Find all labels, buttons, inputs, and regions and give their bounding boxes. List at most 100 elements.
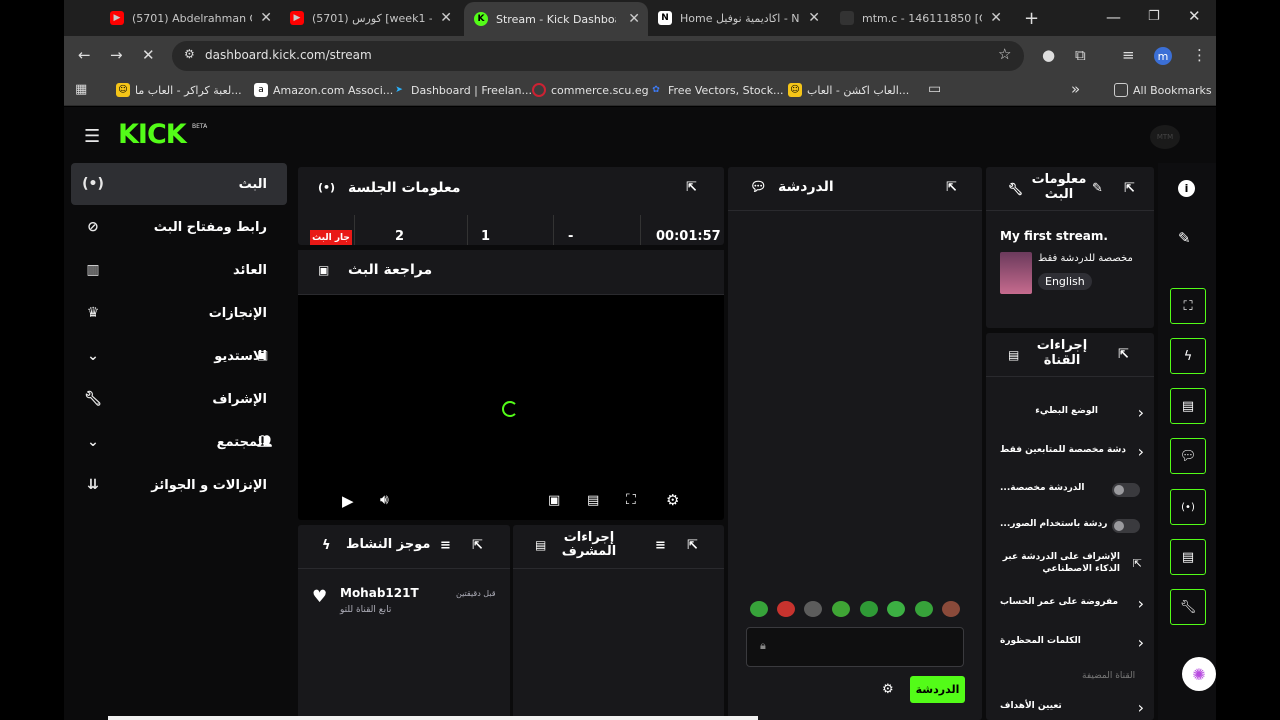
close-icon[interactable]: ✕: [808, 10, 820, 26]
bookmark-item[interactable]: ✿ Free Vectors, Stock...: [649, 83, 783, 97]
category-thumbnail[interactable]: [1000, 252, 1032, 294]
subs-stat: -: [568, 229, 574, 244]
close-icon[interactable]: ✕: [990, 10, 1002, 26]
session-button[interactable]: (•): [1170, 489, 1206, 525]
popout-icon[interactable]: ⇱: [1124, 181, 1135, 196]
emote-icon[interactable]: [915, 601, 933, 617]
sidebar-item-stream-key[interactable]: ⊘ رابط ومفتاح البث: [71, 206, 287, 248]
subscribers-only-item: ...الدردشة مخصصة: [1000, 483, 1144, 501]
bookmark-item[interactable]: ☺ لعبة كراكر - العاب ما...: [116, 83, 242, 97]
hamburger-menu-icon[interactable]: ☰: [84, 126, 100, 147]
sidebar-item-stream[interactable]: (•) البث: [71, 163, 287, 205]
emote-icon[interactable]: [804, 601, 822, 617]
account-age-item[interactable]: مفروضة على عمر الحساب ›: [1000, 594, 1144, 615]
settings-button[interactable]: ⚙: [666, 491, 679, 509]
popout-icon[interactable]: ⇱: [472, 538, 483, 553]
volume-button[interactable]: 🔊︎: [380, 492, 389, 508]
emote-icon[interactable]: [942, 601, 960, 617]
sidebar-item-community[interactable]: ⌄ المجتمع 👥︎: [71, 421, 287, 463]
assistant-bubble-icon[interactable]: ✺: [1182, 657, 1216, 691]
emote-icon[interactable]: [777, 601, 795, 617]
more-bookmarks-icon[interactable]: »: [1071, 82, 1080, 97]
emote-icon[interactable]: [750, 601, 768, 617]
popout-icon[interactable]: ⇱: [1118, 347, 1129, 362]
mod-actions-button[interactable]: ▤: [1170, 388, 1206, 424]
viewers-stat: 2: [395, 229, 405, 244]
browser-tab[interactable]: ▶ (5701) كورس [week1 - 0] ✕: [280, 4, 460, 32]
close-icon[interactable]: ✕: [260, 10, 272, 26]
fullscreen-button[interactable]: ⛶: [626, 492, 636, 508]
media-control-icon[interactable]: ≡: [1122, 48, 1135, 63]
activity-feed-title: موجز النشاط: [346, 537, 431, 552]
filter-icon[interactable]: ≡: [440, 538, 451, 553]
uptime-stat: 00:01:57: [656, 229, 721, 244]
back-icon[interactable]: ←: [78, 48, 91, 63]
forward-icon[interactable]: →: [110, 48, 123, 63]
browser-tab[interactable]: mtm.c - 146111850 [Cod ✕: [830, 4, 1010, 32]
chat-send-button[interactable]: الدردشة: [910, 676, 965, 703]
filter-icon[interactable]: ≡: [655, 538, 666, 553]
set-goals-item[interactable]: تعيين الأهداف ›: [1000, 698, 1144, 719]
info-icon[interactable]: i: [1178, 180, 1195, 197]
close-window-button[interactable]: ✕: [1188, 9, 1201, 24]
chat-settings-icon[interactable]: ⚙: [882, 682, 894, 697]
subscribers-only-toggle[interactable]: [1112, 483, 1140, 497]
activity-button[interactable]: ϟ: [1170, 338, 1206, 374]
close-icon[interactable]: ✕: [440, 10, 452, 26]
chat-input[interactable]: 🔒︎: [746, 627, 964, 667]
activity-username[interactable]: Mohab121T: [340, 586, 419, 600]
new-tab-button[interactable]: +: [1024, 10, 1039, 28]
popout-icon[interactable]: ⇱: [686, 180, 697, 195]
address-bar[interactable]: ⚙ dashboard.kick.com/stream ☆: [172, 41, 1024, 71]
stop-loading-icon[interactable]: ✕: [142, 48, 155, 63]
screenshot-button[interactable]: ⛶: [1170, 288, 1206, 324]
emote-only-toggle[interactable]: [1112, 519, 1140, 533]
bookmark-item[interactable]: ➤ Dashboard | Freelan...: [392, 83, 532, 97]
browser-tab[interactable]: ▶ (5701) Abdelrahman Gan ✕: [100, 4, 280, 32]
avatar[interactable]: MTM: [1150, 125, 1180, 149]
emote-icon[interactable]: [887, 601, 905, 617]
channel-actions-button[interactable]: ▤: [1170, 539, 1206, 575]
banned-words-item[interactable]: الكلمات المحظورة ›: [1000, 633, 1144, 654]
play-button[interactable]: ▶: [342, 492, 354, 510]
theater-mode-button[interactable]: ▤: [587, 493, 599, 508]
emote-icon[interactable]: [832, 601, 850, 617]
stream-category[interactable]: مخصصة للدردشة فقط: [1038, 253, 1133, 264]
bookmark-star-icon[interactable]: ☆: [998, 47, 1011, 62]
sidebar-item-drops[interactable]: ⇊ الإنزالات و الجوائز: [71, 464, 287, 506]
more-menu-icon[interactable]: ⋮: [1192, 48, 1207, 63]
restore-button[interactable]: ❐: [1148, 10, 1160, 23]
extensions-puzzle-icon[interactable]: ⧉: [1075, 48, 1086, 63]
sidebar-item-studio[interactable]: ⌄ الاستديو ▣: [71, 335, 287, 377]
edit-icon[interactable]: ✎: [1178, 229, 1191, 247]
chat-button[interactable]: 💬︎: [1170, 438, 1206, 474]
kick-logo[interactable]: KICK: [118, 119, 187, 150]
browser-tab[interactable]: N Home اكاديمية نوفيل - No ✕: [648, 4, 828, 32]
close-icon[interactable]: ✕: [628, 11, 640, 27]
bookmark-item[interactable]: commerce.scu.eg: [532, 83, 649, 97]
sidebar-item-moderation[interactable]: 🔧︎ الإشراف: [71, 378, 287, 420]
edit-icon[interactable]: ✎: [1092, 181, 1103, 196]
folder-icon[interactable]: ▭: [928, 82, 941, 96]
pip-button[interactable]: ▣: [548, 493, 560, 508]
extension-icon[interactable]: ●: [1042, 48, 1055, 63]
url-text[interactable]: dashboard.kick.com/stream: [205, 48, 372, 62]
profile-avatar[interactable]: m: [1154, 47, 1172, 65]
stream-info-button[interactable]: 🔧︎: [1170, 589, 1206, 625]
sidebar-item-revenue[interactable]: ▥ العائد: [71, 249, 287, 291]
sidebar-item-achievements[interactable]: ♛ الإنجازات: [71, 292, 287, 334]
popout-icon[interactable]: ⇱: [946, 180, 957, 195]
all-bookmarks-folder[interactable]: All Bookmarks: [1114, 83, 1212, 97]
popout-icon[interactable]: ⇱: [687, 538, 698, 553]
bookmarks-bar: ▦ ☺ لعبة كراكر - العاب ما... a Amazon.com …: [64, 76, 1216, 106]
emote-icon[interactable]: [860, 601, 878, 617]
minimize-button[interactable]: —: [1106, 10, 1121, 25]
ai-moderation-item[interactable]: الإشراف على الدردشة عبر الذكاء الاصطناعي…: [1000, 551, 1144, 579]
slow-mode-item[interactable]: الوضع البطيء ›: [1000, 403, 1144, 424]
apps-grid-icon[interactable]: ▦: [75, 83, 87, 96]
followers-only-item[interactable]: دشة مخصصة للمتابعين فقط ›: [1000, 442, 1144, 463]
site-info-icon[interactable]: ⚙: [184, 48, 195, 60]
browser-tab-active[interactable]: K Stream - Kick Dashboard ✕: [464, 2, 648, 36]
bookmark-item[interactable]: a Amazon.com Associ...: [254, 83, 393, 97]
bookmark-item[interactable]: ☺ العاب اكشن - العاب...: [788, 83, 909, 97]
